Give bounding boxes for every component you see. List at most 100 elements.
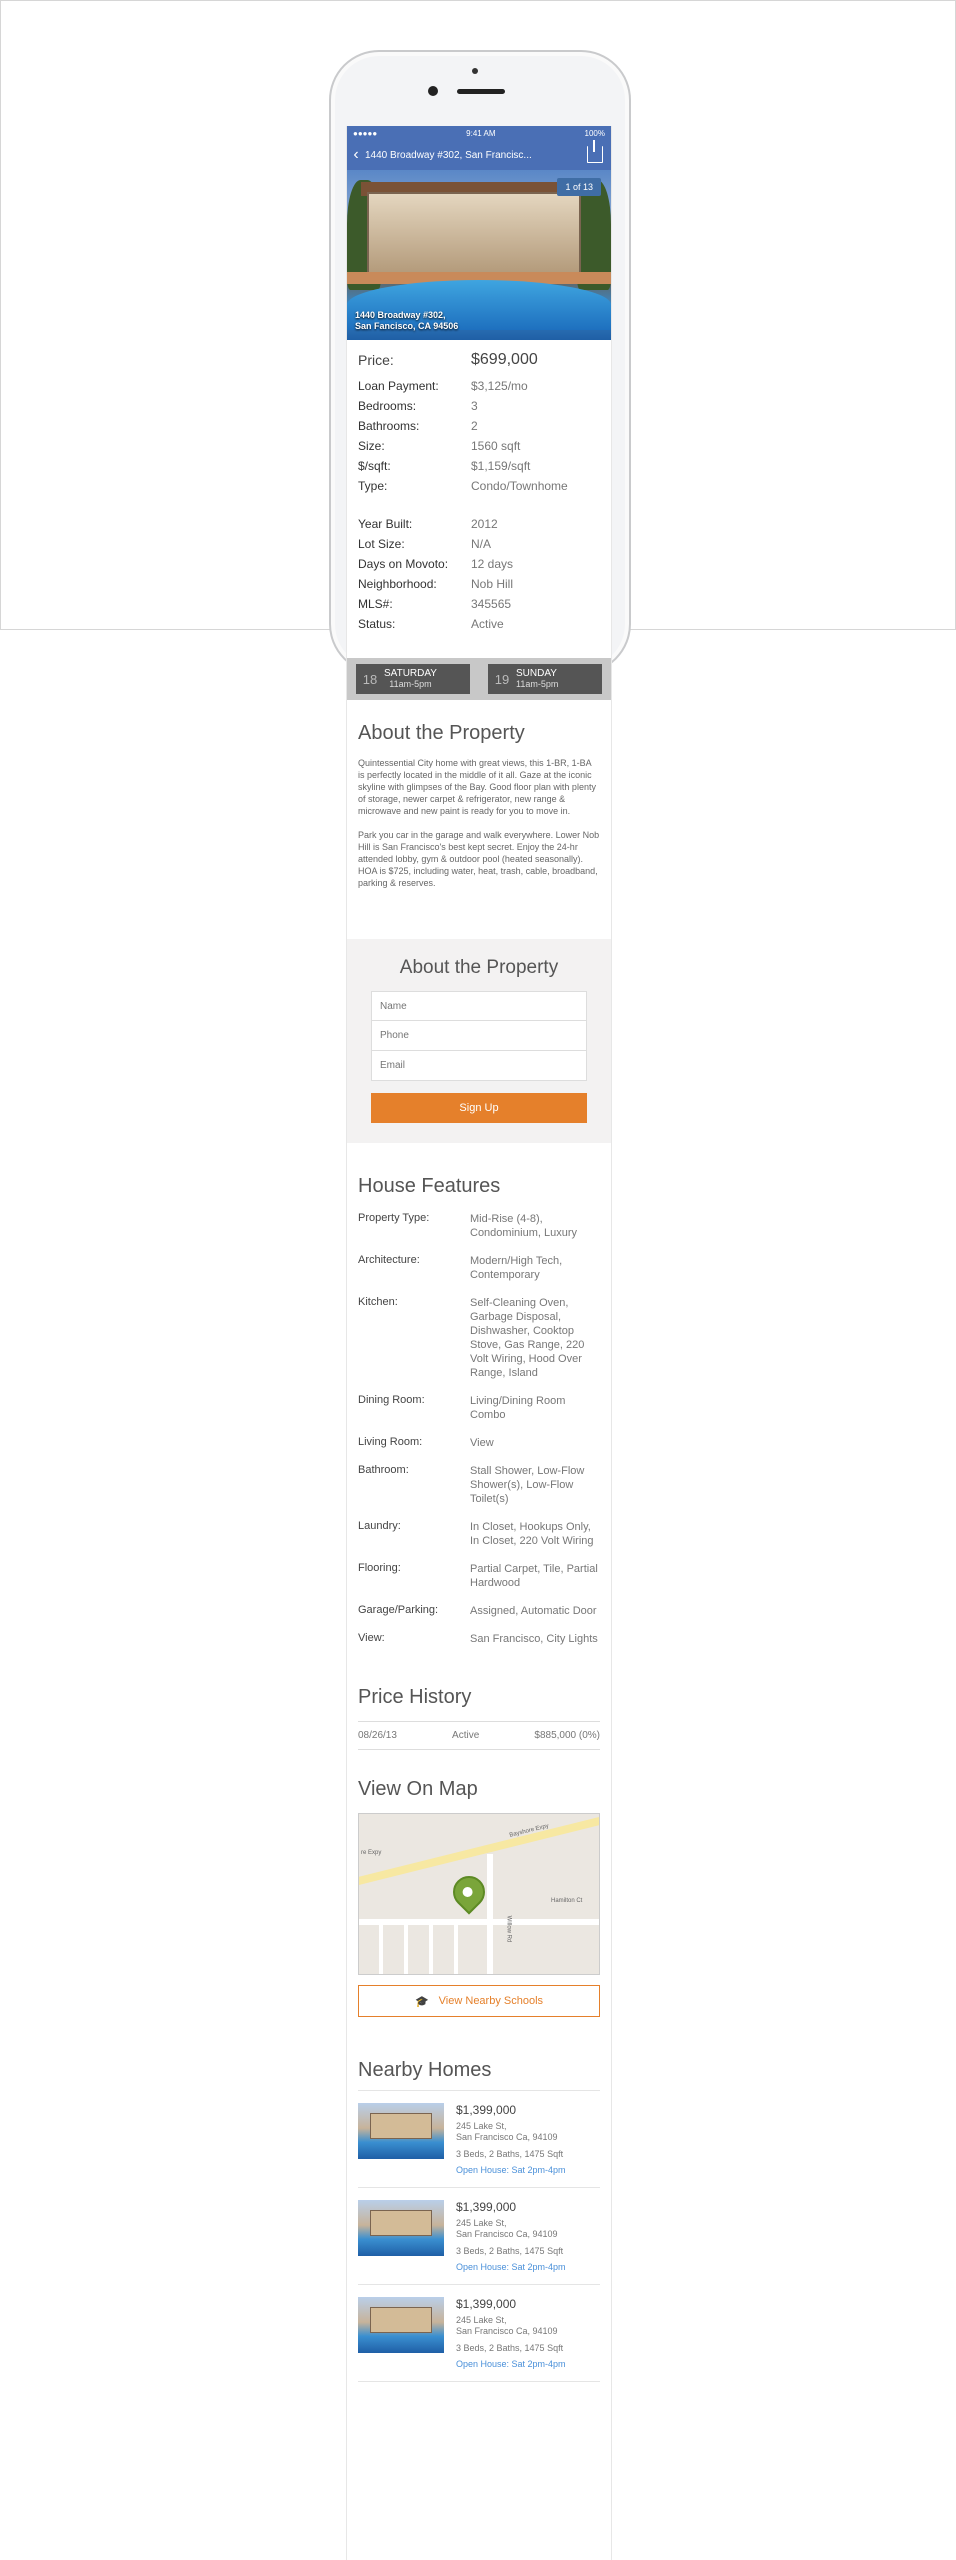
home-open-house-link[interactable]: Open House: Sat 2pm-4pm [456, 2165, 566, 2175]
street [487, 1854, 493, 1974]
home-address-line-1: 245 Lake St, [456, 2218, 507, 2228]
feature-row: Bathroom: Stall Shower, Low-Flow Shower(s… [358, 1464, 600, 1506]
signup-title: About the Property [399, 957, 559, 978]
nearby-title: Nearby Homes [358, 2059, 492, 2081]
open-house-day-name: SUNDAY [516, 668, 557, 679]
feature-value: View [470, 1437, 494, 1449]
home-address-line-2: San Francisco Ca, 94109 [456, 2132, 558, 2142]
phone-input[interactable] [371, 1021, 587, 1051]
feature-value: San Francisco, City Lights [470, 1633, 598, 1645]
home-address-line-2: San Francisco Ca, 94109 [456, 2326, 558, 2336]
history-status: Active [452, 1730, 480, 1741]
open-house-time: 11am-5pm [389, 679, 432, 689]
detail-label: Price: [358, 352, 394, 368]
home-specs: 3 Beds, 2 Baths, 1475 Sqft [456, 2246, 564, 2256]
share-icon[interactable] [587, 140, 603, 163]
open-house-day-number: 18 [362, 671, 378, 687]
detail-row: Status: Active [358, 614, 600, 634]
detail-row: Lot Size: N/A [358, 534, 600, 554]
home-open-house-link[interactable]: Open House: Sat 2pm-4pm [456, 2359, 566, 2369]
nav-title: 1440 Broadway #302, San Francisc... [365, 149, 532, 161]
battery-indicator: 100% [584, 128, 605, 138]
home-address-line-1: 245 Lake St, [456, 2315, 507, 2325]
nearby-home-card[interactable]: $1,399,000 245 Lake St, San Francisco Ca,… [358, 2285, 600, 2382]
map-pin-icon[interactable] [446, 1869, 492, 1915]
detail-row: MLS#: 345565 [358, 594, 600, 614]
feature-value: In Closet, Hookups Only, In Closet, 220 … [470, 1521, 594, 1547]
detail-label: Type: [358, 479, 388, 493]
home-thumbnail [358, 2297, 444, 2353]
feature-row: Living Room: View [358, 1436, 600, 1450]
feature-value: Mid-Rise (4-8), Condominium, Luxury [470, 1213, 577, 1239]
signal-indicator: ●●●●● [353, 128, 378, 138]
home-address-line-1: 245 Lake St, [456, 2121, 507, 2131]
nearby-homes-section: Nearby Homes $1,399,000 245 Lake St, San … [347, 2017, 611, 2382]
detail-label: Days on Movoto: [358, 557, 449, 571]
home-thumbnail [358, 2103, 444, 2159]
status-bar: ●●●●● 9:41 AM 100% [347, 126, 611, 140]
name-input[interactable] [371, 991, 587, 1021]
detail-label: Loan Payment: [358, 379, 439, 393]
open-house-sunday[interactable]: 19 SUNDAY 11am-5pm [488, 664, 602, 694]
about-paragraph-1: Quintessential City home with great view… [358, 758, 596, 816]
map-label: Hamilton Ct [551, 1898, 583, 1904]
home-address-line-2: San Francisco Ca, 94109 [456, 2229, 558, 2239]
detail-row: Year Built: 2012 [358, 514, 600, 534]
detail-label: Year Built: [358, 517, 413, 531]
feature-label: Garage/Parking: [358, 1604, 439, 1616]
home-address: 245 Lake St, San Francisco Ca, 94109 [456, 2121, 566, 2143]
feature-label: Kitchen: [358, 1296, 398, 1308]
about-title: About the Property [358, 722, 525, 744]
view-nearby-schools-button[interactable]: 🎓 View Nearby Schools [358, 1985, 600, 2017]
home-thumbnail [358, 2200, 444, 2256]
camera-icon [472, 68, 478, 74]
about-section: About the Property Quintessential City h… [347, 700, 611, 889]
nearby-home-card[interactable]: $1,399,000 245 Lake St, San Francisco Ca,… [358, 2188, 600, 2285]
detail-label: $/sqft: [358, 459, 391, 473]
feature-row: Garage/Parking: Assigned, Automatic Door [358, 1604, 600, 1618]
detail-value: $699,000 [471, 351, 538, 368]
house-graphic [367, 192, 581, 276]
map-label: re Expy [361, 1850, 382, 1856]
feature-row: Property Type: Mid-Rise (4-8), Condominiu… [358, 1212, 600, 1240]
back-arrow-icon[interactable]: ‹ [347, 140, 365, 170]
home-open-house-link[interactable]: Open House: Sat 2pm-4pm [456, 2262, 566, 2272]
street [379, 1924, 383, 1974]
feature-value: Modern/High Tech, Contemporary [470, 1255, 563, 1281]
detail-value: 12 days [471, 557, 514, 571]
street [359, 1919, 599, 1925]
price-history-section: Price History 08/26/13 Active $885,000 (… [347, 1646, 611, 1750]
detail-row: Loan Payment: $3,125/mo [358, 376, 600, 396]
address-line-2: San Fancisco, CA 94506 [355, 321, 459, 331]
street [429, 1924, 433, 1974]
detail-label: Bathrooms: [358, 419, 420, 433]
sign-up-button[interactable]: Sign Up [371, 1093, 587, 1123]
email-input[interactable] [371, 1051, 587, 1081]
photo-address: 1440 Broadway #302, San Fancisco, CA 945… [355, 310, 458, 332]
graduation-cap-icon: 🎓 [414, 1995, 429, 2008]
nearby-home-card[interactable]: $1,399,000 245 Lake St, San Francisco Ca,… [358, 2090, 600, 2188]
detail-label: Size: [358, 439, 385, 453]
home-specs: 3 Beds, 2 Baths, 1475 Sqft [456, 2149, 564, 2159]
detail-value: 3 [471, 399, 478, 413]
feature-label: Living Room: [358, 1436, 423, 1448]
detail-label: Lot Size: [358, 537, 405, 551]
map-view[interactable]: Bayshore Expy re Expy Hamilton Ct Willow… [358, 1813, 600, 1975]
home-price: $1,399,000 [456, 2200, 517, 2214]
open-house-saturday[interactable]: 18 SATURDAY 11am-5pm [356, 664, 470, 694]
home-address: 245 Lake St, San Francisco Ca, 94109 [456, 2218, 566, 2240]
map-section: View On Map Bayshore Expy re Expy Hamilt… [347, 1750, 611, 2017]
speaker-grille [457, 89, 505, 94]
property-photo[interactable]: 1 of 13 1440 Broadway #302, San Fancisco… [347, 170, 611, 340]
signup-form: About the Property Sign Up [347, 939, 611, 1143]
detail-value: Condo/Townhome [471, 479, 568, 493]
detail-value: Nob Hill [471, 577, 514, 591]
home-address: 245 Lake St, San Francisco Ca, 94109 [456, 2315, 566, 2337]
detail-value: N/A [471, 537, 492, 551]
highway-road [359, 1814, 599, 1889]
photo-counter: 1 of 13 [557, 178, 601, 196]
detail-row: Size: 1560 sqft [358, 436, 600, 456]
feature-value: Stall Shower, Low-Flow Shower(s), Low-Fl… [470, 1465, 585, 1505]
feature-label: Laundry: [358, 1520, 401, 1532]
detail-row: Neighborhood: Nob Hill [358, 574, 600, 594]
